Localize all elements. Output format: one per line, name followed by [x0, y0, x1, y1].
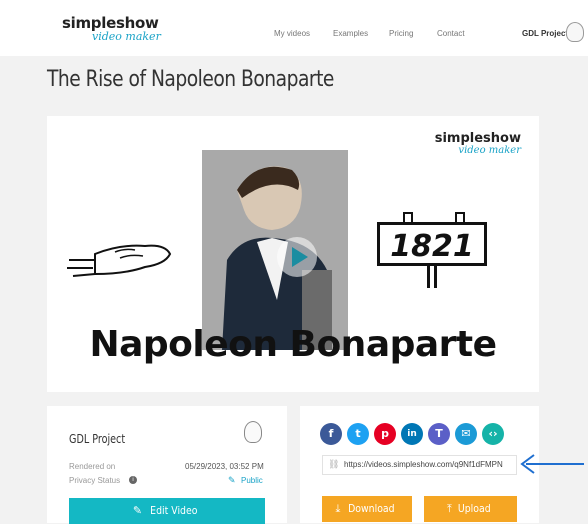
upload-label: Upload	[458, 502, 492, 515]
sign-year-text: 1821	[377, 222, 487, 266]
year-sign: 1821	[377, 212, 487, 292]
edit-video-label: Edit Video	[149, 504, 197, 517]
user-avatar[interactable]	[566, 22, 584, 42]
link-icon: ⛓	[328, 459, 340, 469]
annotation-arrow-icon	[520, 454, 584, 474]
logo-subtitle: video maker	[92, 30, 161, 43]
upload-button[interactable]: ⤒ Upload	[424, 496, 517, 522]
rendered-on-label: Rendered on	[69, 462, 116, 471]
video-logo: simpleshow video maker	[431, 132, 521, 156]
share-url[interactable]: https://videos.simpleshow.com/q9Nf1dFMPN	[344, 460, 503, 469]
share-card: f t p in T ✉ ‹› ⛓ https://videos.simples…	[300, 406, 539, 523]
teams-icon[interactable]: T	[428, 423, 450, 445]
nav-examples[interactable]: Examples	[333, 29, 368, 38]
upload-icon: ⤒	[447, 502, 456, 515]
rendered-on-value: 05/29/2023, 03:52 PM	[185, 462, 264, 471]
embed-icon[interactable]: ‹›	[482, 423, 504, 445]
info-icon[interactable]: i	[129, 476, 137, 484]
video-player[interactable]: simpleshow video maker 1821 Napoleon Bon…	[47, 116, 539, 392]
twitter-icon[interactable]: t	[347, 423, 369, 445]
video-logo-subtitle: video maker	[458, 145, 521, 156]
privacy-status-value[interactable]: Public	[241, 476, 263, 485]
top-navigation-bar: simpleshow video maker My videos Example…	[0, 0, 588, 56]
play-button[interactable]	[277, 237, 317, 277]
pinterest-icon[interactable]: p	[374, 423, 396, 445]
video-logo-brand: simpleshow	[434, 131, 521, 146]
download-icon: ⤓	[335, 502, 344, 515]
page-title: The Rise of Napoleon Bonaparte	[47, 67, 334, 92]
download-label: Download	[347, 502, 395, 515]
email-icon[interactable]: ✉	[455, 423, 477, 445]
napoleon-portrait	[202, 150, 348, 350]
nav-pricing[interactable]: Pricing	[389, 29, 413, 38]
project-title: GDL Project	[69, 432, 126, 446]
nav-contact[interactable]: Contact	[437, 29, 465, 38]
download-button[interactable]: ⤓ Download	[322, 496, 412, 522]
logo-brand: simpleshow	[62, 14, 159, 32]
video-headline: Napoleon Bonaparte	[89, 324, 497, 365]
facebook-icon[interactable]: f	[320, 423, 342, 445]
linkedin-icon[interactable]: in	[401, 423, 423, 445]
pencil-icon: ✎	[132, 504, 146, 517]
simpleshow-logo[interactable]: simpleshow video maker	[62, 16, 162, 48]
edit-video-button[interactable]: ✎ Edit Video	[69, 498, 265, 524]
video-info-card: GDL Project Rendered on 05/29/2023, 03:5…	[47, 406, 287, 524]
nav-my-videos[interactable]: My videos	[274, 29, 310, 38]
project-avatar-icon	[244, 421, 262, 443]
privacy-status-label: Privacy Status	[69, 476, 121, 485]
pencil-icon: ✎	[228, 475, 236, 485]
hand-drawing	[67, 244, 172, 277]
project-name[interactable]: GDL Project	[522, 29, 568, 38]
share-url-field[interactable]: ⛓ https://videos.simpleshow.com/q9Nf1dFM…	[322, 455, 517, 475]
